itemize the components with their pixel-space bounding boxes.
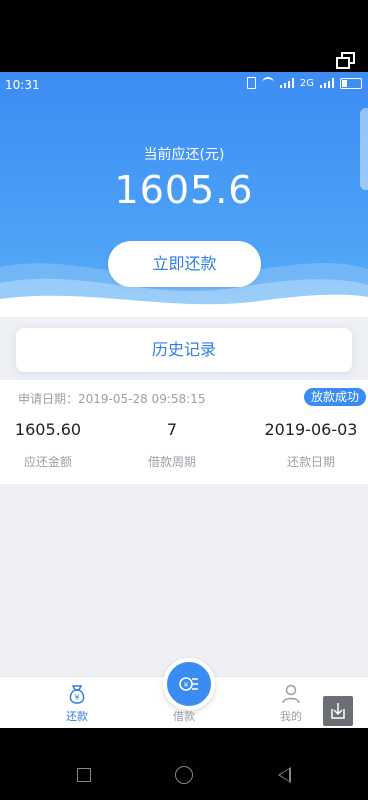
home-icon[interactable] <box>175 766 193 784</box>
period-column: 7 借款周期 <box>111 420 233 470</box>
signal-icon <box>279 78 294 88</box>
hero-section: 10:31 2G 当前应还(元) 1605.6 立即还款 <box>0 72 368 317</box>
tab-repay[interactable]: ¥ 还款 <box>47 683 107 724</box>
money-bag-icon: ¥ <box>69 685 85 704</box>
status-icons: 2G <box>246 77 362 89</box>
status-time: 10:31 <box>5 78 40 92</box>
svg-text:¥: ¥ <box>184 681 189 689</box>
history-records-button[interactable]: 历史记录 <box>16 328 352 372</box>
apply-date: 申请日期：2019-05-28 09:58:15 <box>18 392 206 406</box>
due-date-value: 2019-06-03 <box>264 420 358 439</box>
network-type: 2G <box>299 77 314 89</box>
amount-label: 应还金额 <box>23 455 72 469</box>
window-mode-icon[interactable] <box>336 52 355 69</box>
tab-repay-label: 还款 <box>66 710 88 723</box>
borrow-icon-button[interactable]: ¥ <box>163 658 215 710</box>
due-date-label: 还款日期 <box>286 455 335 469</box>
wave-decoration <box>0 262 368 317</box>
amount-due-label: 当前应还(元) <box>143 147 225 163</box>
amount-column: 1605.60 应还金额 <box>0 420 96 470</box>
loan-record-card[interactable]: 申请日期：2019-05-28 09:58:15 放款成功 1605.60 应还… <box>0 380 368 484</box>
tab-mine[interactable]: 我的 <box>261 683 321 724</box>
coins-icon: ¥ <box>179 677 198 691</box>
app-screen: 10:31 2G 当前应还(元) 1605.6 立即还款 历史记录 申请日期：2… <box>0 72 368 728</box>
wifi-icon <box>261 77 274 89</box>
due-date-column: 2019-06-03 还款日期 <box>254 420 368 470</box>
vibrate-icon <box>246 77 256 89</box>
amount-value: 1605.60 <box>14 420 82 439</box>
back-icon[interactable] <box>278 767 291 783</box>
tab-borrow-label: 借款 <box>173 710 195 723</box>
status-badge: 放款成功 <box>303 388 366 406</box>
system-nav-bar <box>0 728 368 800</box>
user-icon <box>282 684 300 704</box>
battery-icon <box>340 77 362 89</box>
svg-text:¥: ¥ <box>74 693 79 702</box>
download-icon[interactable] <box>323 696 353 726</box>
period-value: 7 <box>166 420 178 439</box>
status-bar: 10:31 2G <box>0 72 368 96</box>
amount-due-value: 1605.6 <box>114 168 254 212</box>
tab-mine-label: 我的 <box>280 710 302 723</box>
top-black-area <box>0 0 368 72</box>
recent-apps-icon[interactable] <box>77 768 91 782</box>
signal-icon-2 <box>320 78 334 88</box>
period-label: 借款周期 <box>147 455 196 469</box>
